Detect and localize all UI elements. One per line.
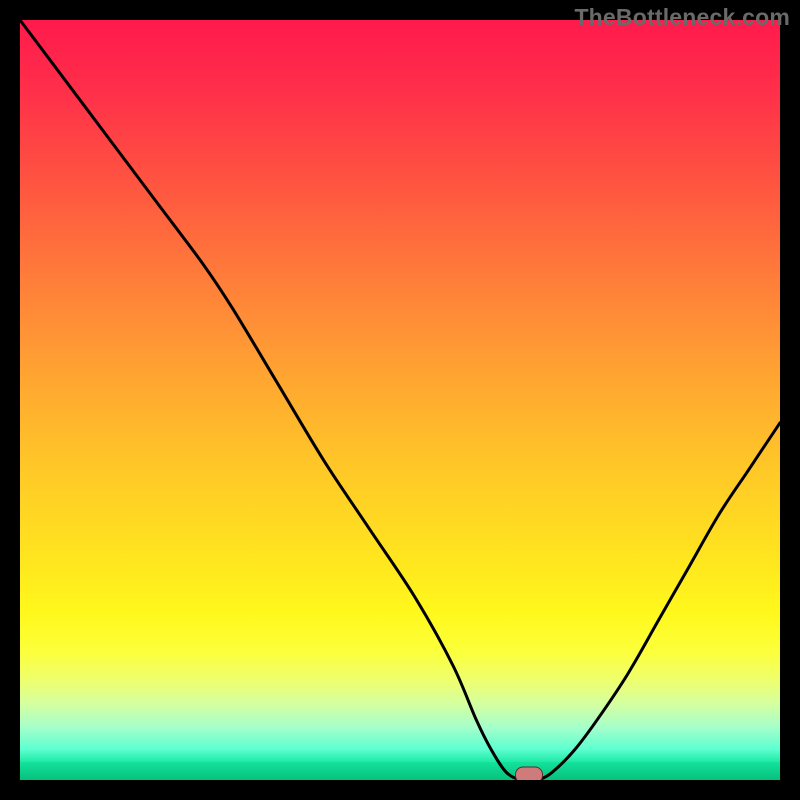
watermark-text: TheBottleneck.com (574, 4, 790, 31)
chart-frame: TheBottleneck.com (0, 0, 800, 800)
bottleneck-curve (20, 20, 780, 780)
plot-area (20, 20, 780, 780)
current-config-marker (515, 767, 543, 781)
